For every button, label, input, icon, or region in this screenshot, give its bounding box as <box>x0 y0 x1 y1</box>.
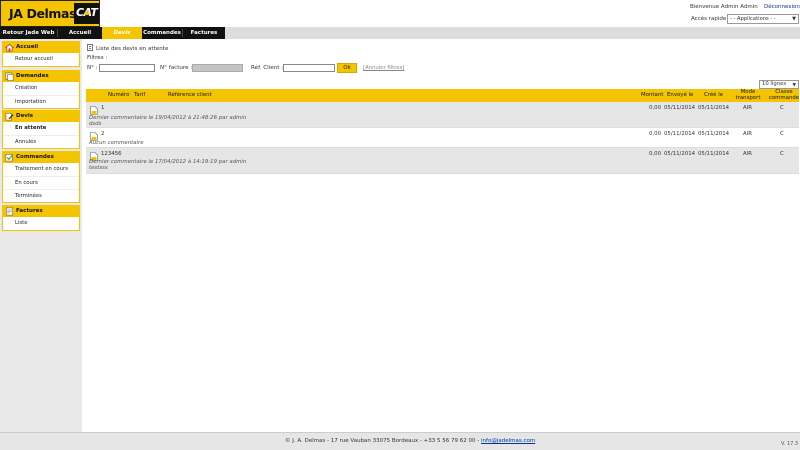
col-numero[interactable]: Numéro <box>108 89 129 102</box>
sidebar-heading-demandes: Demandes <box>3 71 79 82</box>
col-tarif[interactable]: Tarif <box>134 89 145 102</box>
quick-access-select[interactable]: - - Applications - - ▼ <box>727 14 799 24</box>
quotes-table: Numéro Tarif Référence client Montant En… <box>86 89 799 174</box>
filter-ref-label: Réf. Client : <box>251 65 284 71</box>
col-envoye[interactable]: Envoyé le <box>667 89 693 102</box>
sidebar-item-retour-accueil[interactable]: Retour accueil <box>3 53 79 66</box>
table-row[interactable]: 123456 0,00 05/11/2014 05/11/2014 AIR C … <box>86 148 799 174</box>
brand-logo[interactable]: JA Delmas CAT <box>0 0 100 27</box>
row-montant: 0,00 <box>649 151 662 157</box>
footer-email-link[interactable]: info@jadelmas.com <box>481 438 535 444</box>
row-envoye: 05/11/2014 <box>664 105 696 111</box>
row-cree: 05/11/2014 <box>698 105 730 111</box>
filters-label: Filtres : <box>87 55 108 61</box>
brand-name: JA Delmas <box>9 6 77 21</box>
sidebar-item-annules[interactable]: Annulés <box>3 135 79 148</box>
cat-logo: CAT <box>74 3 99 24</box>
row-numero[interactable]: 123456 <box>101 151 122 157</box>
chevron-down-icon: ▼ <box>792 16 796 22</box>
sidebar-item-creation[interactable]: Création <box>3 82 79 95</box>
sidebar-section-commandes: Commandes Traitement en cours En cours T… <box>2 151 80 203</box>
footer: © J. A. Delmas - 17 rue Vauban 33075 Bor… <box>0 432 800 450</box>
sidebar-section-demandes: Demandes Création Importation <box>2 70 80 109</box>
row-comment: Dernier commentaire le 17/04/2012 à 14:1… <box>89 159 247 165</box>
ok-button[interactable]: Ok <box>337 63 357 73</box>
sidebar-item-traitement-en-cours[interactable]: Traitement en cours <box>3 163 79 176</box>
row-comment-text: testsss <box>89 165 108 171</box>
home-icon <box>5 43 14 52</box>
list-icon <box>87 44 93 51</box>
sidebar-item-liste[interactable]: Liste <box>3 217 79 230</box>
col-reference[interactable]: Référence client <box>168 89 212 102</box>
version-label: V. 17.3 <box>781 441 799 447</box>
nav-commandes[interactable]: Commandes <box>142 27 182 39</box>
main-content: Liste des devis en attente Filtres : N° … <box>84 39 800 432</box>
quick-access-label: Accès rapide : <box>691 16 730 22</box>
filter-number-label: N° : <box>87 65 98 71</box>
row-envoye: 05/11/2014 <box>664 151 696 157</box>
col-mode-transport[interactable]: Mode transport <box>735 89 761 101</box>
row-cree: 05/11/2014 <box>698 131 730 137</box>
nav-retour-jade-web[interactable]: Retour Jade Web <box>0 27 57 39</box>
row-cree: 05/11/2014 <box>698 151 730 157</box>
sidebar-section-accueil: Accueil Retour accueil <box>2 41 80 67</box>
sidebar-heading-factures: Factures <box>3 206 79 217</box>
rows-per-page-select[interactable]: 10 lignes ▼ <box>759 80 799 89</box>
check-icon <box>5 154 14 162</box>
edit-icon <box>5 113 14 121</box>
row-mode: AIR <box>743 131 753 137</box>
row-comment-text: dsds <box>89 121 102 127</box>
table-header: Numéro Tarif Référence client Montant En… <box>86 89 799 102</box>
chevron-down-icon: ▼ <box>792 83 796 88</box>
row-comment: Aucun commentaire <box>89 140 144 146</box>
row-envoye: 05/11/2014 <box>664 131 696 137</box>
row-classe: C <box>780 151 784 157</box>
col-classe-commande[interactable]: Classe commande <box>768 89 800 101</box>
sidebar-item-en-cours[interactable]: En cours <box>3 176 79 189</box>
filter-invoice-label: N° facture : <box>160 65 193 71</box>
row-classe: C <box>780 131 784 137</box>
row-montant: 0,00 <box>649 131 662 137</box>
table-row[interactable]: 1 0,00 05/11/2014 05/11/2014 AIR C Derni… <box>86 102 799 128</box>
nav-accueil[interactable]: Accueil <box>58 27 102 39</box>
nav-factures[interactable]: Factures <box>183 27 225 39</box>
sidebar-heading-accueil: Accueil <box>3 42 79 53</box>
invoice-icon <box>6 207 13 216</box>
footer-text: © J. A. Delmas - 17 rue Vauban 33075 Bor… <box>285 438 536 444</box>
documents-icon <box>5 72 14 81</box>
sidebar-heading-devis: Devis <box>3 111 79 122</box>
page-title: Liste des devis en attente <box>87 44 168 52</box>
filter-invoice-input <box>192 64 243 72</box>
header: JA Delmas CAT Bienvenue Admin Admin Déco… <box>0 0 800 27</box>
cat-triangle-icon <box>84 9 90 15</box>
row-mode: AIR <box>743 105 753 111</box>
quick-access-value: - - Applications - - <box>730 16 776 22</box>
row-montant: 0,00 <box>649 105 662 111</box>
row-classe: C <box>780 105 784 111</box>
row-mode: AIR <box>743 151 753 157</box>
sidebar-heading-commandes: Commandes <box>3 152 79 163</box>
document-icon <box>90 106 98 115</box>
welcome-text: Bienvenue Admin Admin <box>690 4 758 10</box>
sidebar-section-devis: Devis En attente Annulés <box>2 110 80 149</box>
top-nav: Retour Jade Web Accueil Devis Commandes … <box>0 27 800 39</box>
filter-ref-input[interactable] <box>283 64 335 72</box>
row-comment: Dernier commentaire le 19/04/2012 à 21:4… <box>89 115 247 121</box>
nav-devis[interactable]: Devis <box>102 27 142 39</box>
sidebar-section-factures: Factures Liste <box>2 205 80 231</box>
col-cree[interactable]: Créé le <box>704 89 723 102</box>
table-row[interactable]: 2 0,00 05/11/2014 05/11/2014 AIR C Aucun… <box>86 128 799 148</box>
logout-link[interactable]: Déconnexion <box>764 4 800 10</box>
rows-per-page-value: 10 lignes <box>762 81 787 87</box>
sidebar: Accueil Retour accueil Demandes Création… <box>0 39 82 432</box>
sidebar-item-terminees[interactable]: Terminées <box>3 189 79 202</box>
filter-number-input[interactable] <box>99 64 155 72</box>
col-montant[interactable]: Montant <box>641 89 663 102</box>
sidebar-item-importation[interactable]: Importation <box>3 95 79 108</box>
row-numero[interactable]: 2 <box>101 131 104 137</box>
sidebar-item-en-attente[interactable]: En attente <box>3 122 79 135</box>
cancel-filters-link[interactable]: [Annuler filtres] <box>363 65 404 71</box>
row-numero[interactable]: 1 <box>101 105 104 111</box>
